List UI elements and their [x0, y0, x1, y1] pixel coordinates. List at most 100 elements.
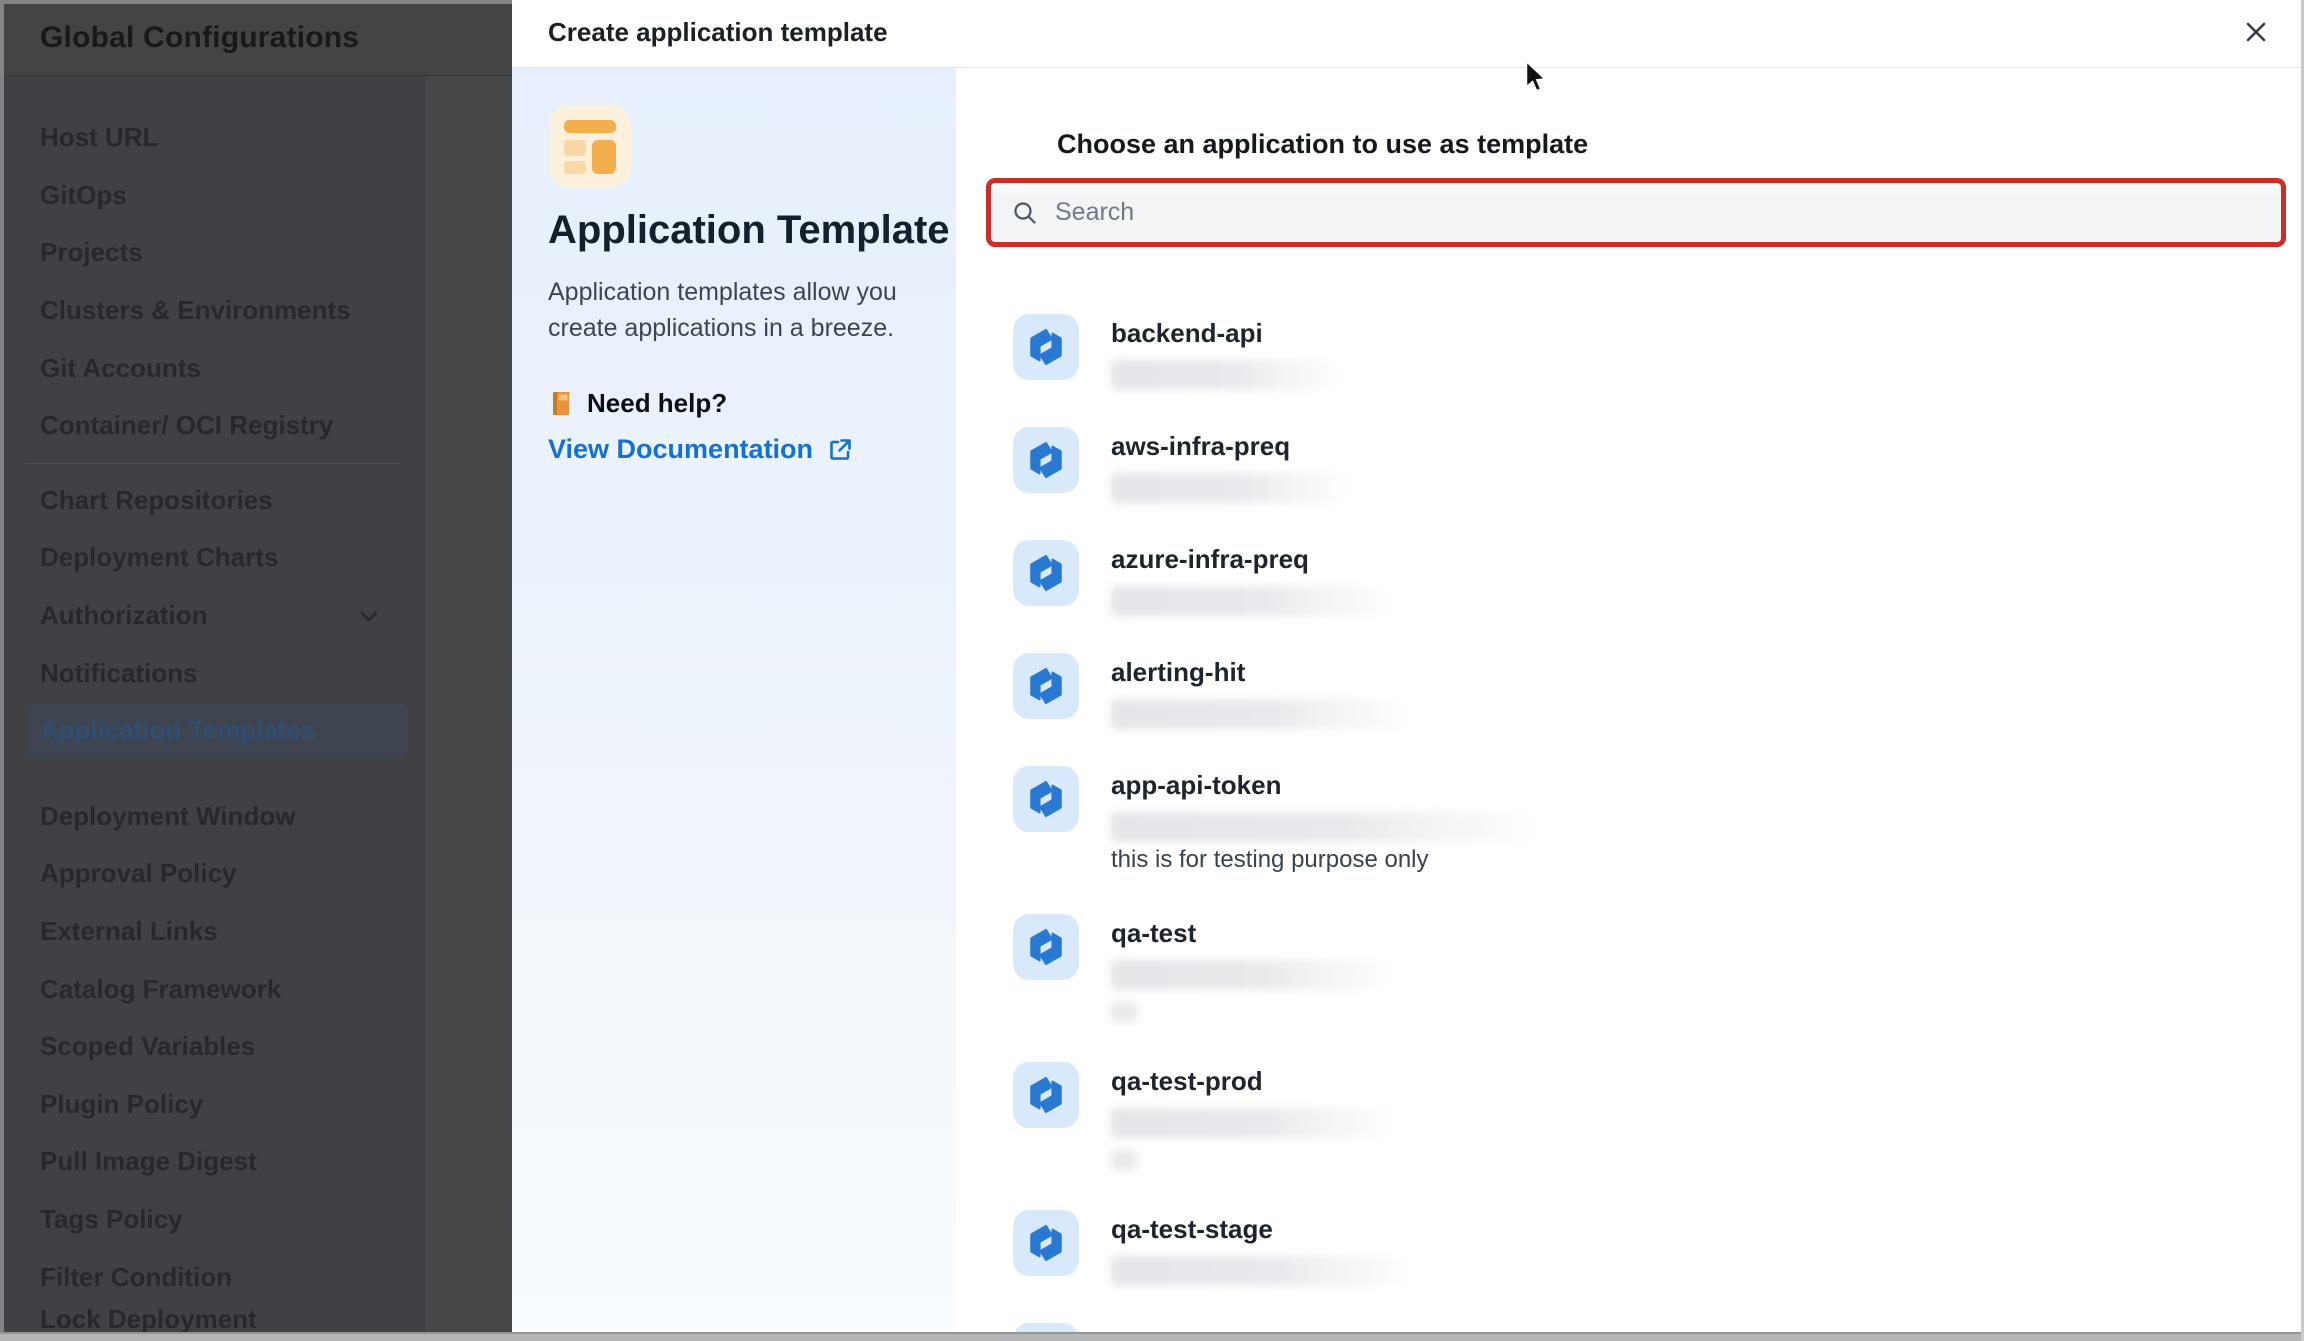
app-row-alerting-hit[interactable]: alerting-hit — [1013, 653, 2304, 766]
sidebar-item-pull-image-digest[interactable]: Pull Image Digest — [0, 1133, 426, 1191]
devtron-app-icon — [1025, 1222, 1067, 1264]
sidebar-item-label: Clusters & Environments — [40, 295, 351, 326]
sidebar-item-label: Approval Policy — [40, 858, 237, 889]
app-icon — [1013, 1062, 1079, 1128]
app-name: alerting-hit — [1111, 657, 1245, 688]
sidebar-item-label: Authorization — [40, 600, 208, 631]
global-config-header: Global Configurations — [0, 0, 512, 76]
app-icon — [1013, 427, 1079, 493]
redacted-text-blur-short — [1111, 1002, 1137, 1022]
sidebar-item-clusters-environments[interactable]: Clusters & Environments — [0, 282, 426, 340]
sidebar-item-projects[interactable]: Projects — [0, 224, 426, 282]
app-icon — [1013, 540, 1079, 606]
sidebar-item-catalog-framework[interactable]: Catalog Framework — [0, 960, 426, 1018]
devtron-app-icon — [1025, 439, 1067, 481]
x-icon — [2241, 17, 2271, 47]
app-row-backend-api[interactable]: backend-api — [1013, 314, 2304, 427]
orange-book-icon — [548, 390, 575, 417]
view-documentation-link[interactable]: View Documentation — [548, 434, 854, 465]
sidebar-item-gitops[interactable]: GitOps — [0, 167, 426, 225]
sidebar-item-approval-policy[interactable]: Approval Policy — [0, 845, 426, 903]
create-application-template-modal: Create application template Application … — [512, 0, 2304, 1341]
redacted-text-blur — [1111, 699, 1406, 729]
sidebar-divider — [26, 463, 400, 464]
sidebar-item-label: Pull Image Digest — [40, 1146, 257, 1177]
redacted-text-blur — [1111, 586, 1391, 616]
app-row-aws-infra-preq[interactable]: aws-infra-preq — [1013, 427, 2304, 540]
sidebar-item-application-templates[interactable]: Application Templates — [0, 702, 426, 760]
sidebar-item-label: Catalog Framework — [40, 974, 281, 1005]
window-edge-left — [0, 0, 4, 1341]
sidebar-item-chart-repositories[interactable]: Chart Repositories — [0, 472, 426, 530]
redacted-text-blur — [1111, 812, 1536, 842]
sidebar-item-label: Application Templates — [40, 715, 315, 746]
window-edge-bottom — [0, 1334, 2304, 1341]
sidebar-item-git-accounts[interactable]: Git Accounts — [0, 339, 426, 397]
sidebar-item-plugin-policy[interactable]: Plugin Policy — [0, 1076, 426, 1134]
redacted-text-blur — [1111, 960, 1390, 990]
modal-header: Create application template — [512, 0, 2304, 68]
app-row-qa-test-prod[interactable]: qa-test-prod — [1013, 1062, 2304, 1210]
sidebar-item-label: External Links — [40, 916, 218, 947]
search-input[interactable] — [1053, 197, 2281, 228]
app-icon — [1013, 766, 1079, 832]
app-row-azure-infra-preq[interactable]: azure-infra-preq — [1013, 540, 2304, 653]
search-field-highlight[interactable] — [986, 178, 2286, 247]
app-name: qa-test-prod — [1111, 1066, 1263, 1097]
sidebar-item-label: Notifications — [40, 658, 197, 689]
app-icon — [1013, 653, 1079, 719]
sidebar-item-label: Filter Condition — [40, 1262, 232, 1293]
panel-title: Application Template — [548, 208, 950, 253]
devtron-app-icon — [1025, 778, 1067, 820]
sidebar-item-external-links[interactable]: External Links — [0, 903, 426, 961]
redacted-text-blur — [1111, 360, 1339, 390]
sidebar-item-label: Scoped Variables — [40, 1031, 255, 1062]
template-glyph — [549, 105, 631, 187]
sidebar-item-authorization[interactable]: Authorization — [0, 587, 426, 645]
sidebar-item-container-oci-registry[interactable]: Container/ OCI Registry — [0, 397, 426, 455]
page-title: Global Configurations — [40, 21, 359, 55]
sidebar-item-label: Tags Policy — [40, 1204, 183, 1235]
redacted-text-blur — [1111, 473, 1351, 503]
app-row-app-api-token[interactable]: app-api-tokenthis is for testing purpose… — [1013, 766, 2304, 914]
sidebar-item-label: Deployment Charts — [40, 542, 278, 573]
devtron-app-icon — [1025, 665, 1067, 707]
sidebar-item-filter-condition[interactable]: Filter Condition — [0, 1248, 426, 1306]
sidebar-item-label: Deployment Window — [40, 801, 295, 832]
sidebar-item-label: Chart Repositories — [40, 485, 273, 516]
sidebar-item-notifications[interactable]: Notifications — [0, 644, 426, 702]
app-icon — [1013, 1210, 1079, 1276]
sidebar-item-label: Plugin Policy — [40, 1089, 203, 1120]
need-help-row: Need help? — [548, 388, 727, 419]
sidebar-item-scoped-variables[interactable]: Scoped Variables — [0, 1018, 426, 1076]
sidebar-group-gap — [0, 760, 426, 788]
app-row-qa-test-stage[interactable]: qa-test-stage — [1013, 1210, 2304, 1323]
global-config-sidebar: Host URL GitOps Projects Clusters & Environ… — [0, 76, 427, 1341]
app-name: qa-test — [1111, 918, 1196, 949]
redacted-text-blur-short — [1111, 1150, 1137, 1170]
devtron-app-icon — [1025, 552, 1067, 594]
sidebar-item-label: Projects — [40, 237, 143, 268]
sidebar-item-host-url[interactable]: Host URL — [0, 109, 426, 167]
template-info-panel: Application Template Application templat… — [512, 68, 956, 1341]
app-name: backend-api — [1111, 318, 1263, 349]
sidebar-item-label: Host URL — [40, 122, 158, 153]
app-name: azure-infra-preq — [1111, 544, 1309, 575]
application-template-icon — [549, 105, 631, 187]
window-edge-top — [0, 0, 512, 4]
sidebar-item-deployment-charts[interactable]: Deployment Charts — [0, 529, 426, 587]
close-button[interactable] — [2232, 8, 2280, 56]
search-icon — [1011, 199, 1039, 227]
redacted-text-blur — [1111, 1256, 1411, 1286]
devtron-app-icon — [1025, 926, 1067, 968]
sidebar-nav-list: Host URL GitOps Projects Clusters & Environ… — [0, 76, 426, 1341]
app-description: this is for testing purpose only — [1111, 846, 1429, 874]
app-name: qa-test-stage — [1111, 1214, 1273, 1245]
app-row-qa-test[interactable]: qa-test — [1013, 914, 2304, 1062]
external-link-icon — [827, 436, 854, 463]
panel-description: Application templates allow you create a… — [548, 274, 898, 346]
sidebar-item-deployment-window[interactable]: Deployment Window — [0, 788, 426, 846]
app-icon — [1013, 914, 1079, 980]
sidebar-item-tags-policy[interactable]: Tags Policy — [0, 1191, 426, 1249]
app-name: aws-infra-preq — [1111, 431, 1290, 462]
